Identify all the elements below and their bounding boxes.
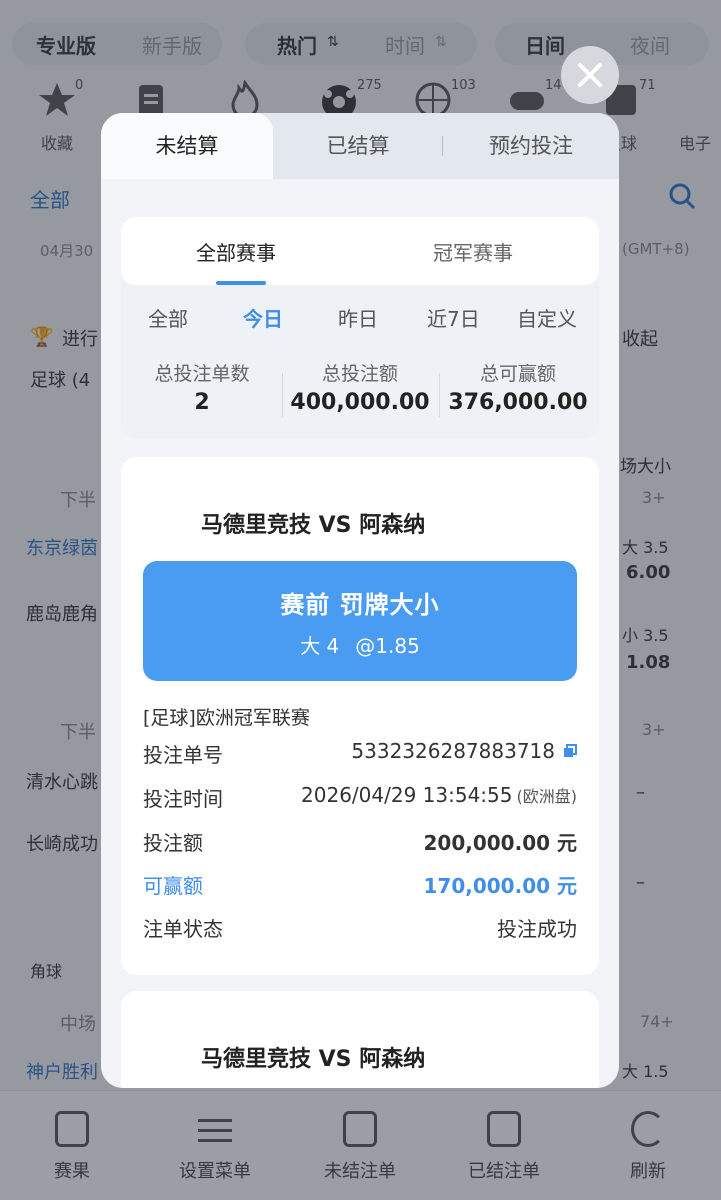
tab-championship-events[interactable]: 冠军赛事 [433,237,513,266]
match-title: 马德里竞技 VS 阿森纳 [201,1047,426,1072]
date-custom[interactable]: 自定义 [517,303,577,332]
status-row: 注单状态 投注成功 [143,913,577,945]
bet-card: 马德里竞技 VS 阿森纳 赛前 罚牌大小 大 4 @1.85 [足球]欧洲冠军联赛… [121,457,599,975]
league-name: [足球]欧洲冠军联赛 [143,707,310,729]
odds-value: @1.85 [355,634,420,658]
close-modal-button[interactable] [561,46,619,104]
odds-type: (欧洲盘) [516,787,578,806]
date-today[interactable]: 今日 [243,303,283,332]
bet-selection-box: 赛前 罚牌大小 大 4 @1.85 [143,561,577,681]
tab-settled[interactable]: 已结算 [273,113,443,179]
bet-status: 投注成功 [497,917,577,941]
close-icon [578,63,602,87]
stat-total-winnings: 总可赢额 376,000.00 [448,363,588,415]
bet-summary: 总投注单数 2 总投注额 400,000.00 总可赢额 376,000.00 [121,359,599,429]
bet-card: 马德里竞技 VS 阿森纳 [121,991,599,1088]
date-all[interactable]: 全部 [148,303,188,332]
date-range-filter: 全部 今日 昨日 近7日 自定义 [121,303,599,333]
selection-value: 大 4 [300,634,340,658]
active-tab-indicator [216,281,266,285]
bet-records-modal: 未结算 已结算 预约投注 全部赛事 冠军赛事 全部 今日 昨日 近7日 自定义 … [101,113,619,1088]
stake-amount: 200,000.00 元 [423,831,578,855]
winnings-row: 可赢额 170,000.00 元 [143,870,577,902]
date-last-7-days[interactable]: 近7日 [427,303,480,332]
stake-row: 投注额 200,000.00 元 [143,827,577,859]
match-title: 马德里竞技 VS 阿森纳 [201,513,426,538]
date-yesterday[interactable]: 昨日 [338,303,378,332]
market-name: 赛前 罚牌大小 [280,591,440,619]
event-type-tabs: 全部赛事 冠军赛事 [121,217,599,285]
winnings-amount: 170,000.00 元 [423,874,578,898]
filter-card: 全部赛事 冠军赛事 全部 今日 昨日 近7日 自定义 总投注单数 2 总投注额 … [121,217,599,439]
bet-time-row: 投注时间 2026/04/29 13:54:55 (欧洲盘) [143,783,578,811]
bet-number-row: 投注单号 5332326287883718 [143,739,577,771]
settlement-tabs: 未结算 已结算 预约投注 [101,113,619,179]
stat-total-stake: 总投注额 400,000.00 [290,363,430,415]
bet-number: 5332326287883718 [351,739,555,763]
stat-total-bets: 总投注单数 2 [154,363,250,415]
tab-all-events[interactable]: 全部赛事 [196,237,276,266]
tab-reserved-bets[interactable]: 预约投注 [443,113,619,179]
tab-unsettled[interactable]: 未结算 [101,113,273,179]
bet-time: 2026/04/29 13:54:55 [301,783,513,807]
copy-icon[interactable] [563,743,577,758]
